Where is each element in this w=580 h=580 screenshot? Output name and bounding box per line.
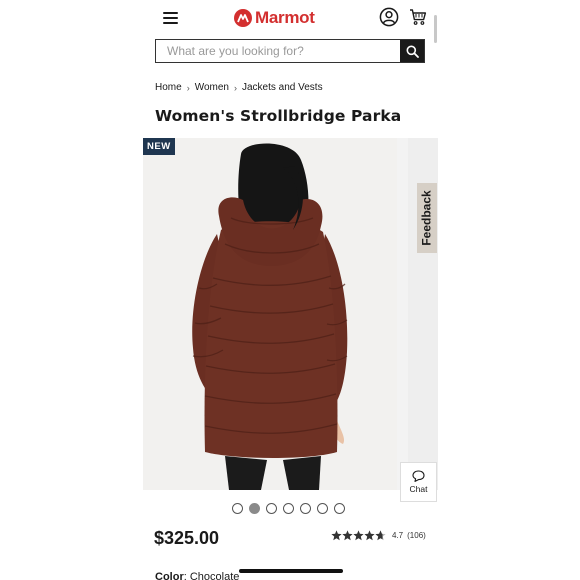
parka-photo <box>143 138 397 490</box>
search-icon <box>406 45 419 58</box>
gallery-dot[interactable] <box>300 503 311 514</box>
color-label: Color <box>155 571 184 580</box>
breadcrumb-home[interactable]: Home <box>155 82 182 93</box>
search-button[interactable] <box>400 40 424 62</box>
menu-icon[interactable] <box>163 12 178 24</box>
rating-stars <box>331 530 387 541</box>
product-price: $325.00 <box>154 528 220 548</box>
search-bar <box>155 39 425 63</box>
product-title: Women's Strollbridge Parka <box>155 107 402 125</box>
product-image[interactable]: NEW <box>143 138 397 490</box>
product-rating[interactable]: 4.7 (106) <box>331 530 426 541</box>
chat-bubble-icon <box>412 470 425 482</box>
search-input[interactable] <box>156 40 400 62</box>
color-selection: Color: Chocolate <box>155 571 239 580</box>
breadcrumb-women[interactable]: Women <box>195 82 229 93</box>
rating-value: 4.7 <box>392 531 404 540</box>
chat-button[interactable]: Chat <box>400 462 437 502</box>
feedback-tab[interactable]: Feedback <box>417 183 437 253</box>
chat-label: Chat <box>409 484 428 494</box>
cart-icon[interactable] <box>409 8 427 26</box>
marmot-logo-icon <box>234 9 252 27</box>
brand-logo[interactable]: Marmot <box>234 8 315 28</box>
gallery-dot[interactable] <box>317 503 328 514</box>
home-indicator[interactable] <box>239 569 343 573</box>
gallery-dot[interactable] <box>283 503 294 514</box>
breadcrumb-jackets[interactable]: Jackets and Vests <box>242 82 323 93</box>
chevron-right-icon: › <box>186 82 190 93</box>
gallery-pagination <box>232 503 345 514</box>
chevron-right-icon: › <box>233 82 237 93</box>
gallery-dot-active[interactable] <box>249 503 260 514</box>
gallery-dot[interactable] <box>334 503 345 514</box>
feedback-label: Feedback <box>420 190 435 246</box>
mobile-screen: Marmot Home › Women › Jackets and Vests … <box>143 0 438 580</box>
account-icon[interactable] <box>379 7 399 27</box>
new-badge: NEW <box>143 138 175 155</box>
scrollbar[interactable] <box>434 15 437 43</box>
product-gallery[interactable]: NEW <box>143 138 438 490</box>
review-count: (106) <box>407 531 426 540</box>
brand-name: Marmot <box>255 8 315 27</box>
site-header: Marmot <box>143 0 438 43</box>
breadcrumb: Home › Women › Jackets and Vests <box>155 82 323 93</box>
color-value: Chocolate <box>189 571 240 580</box>
gallery-dot[interactable] <box>266 503 277 514</box>
gallery-dot[interactable] <box>232 503 243 514</box>
